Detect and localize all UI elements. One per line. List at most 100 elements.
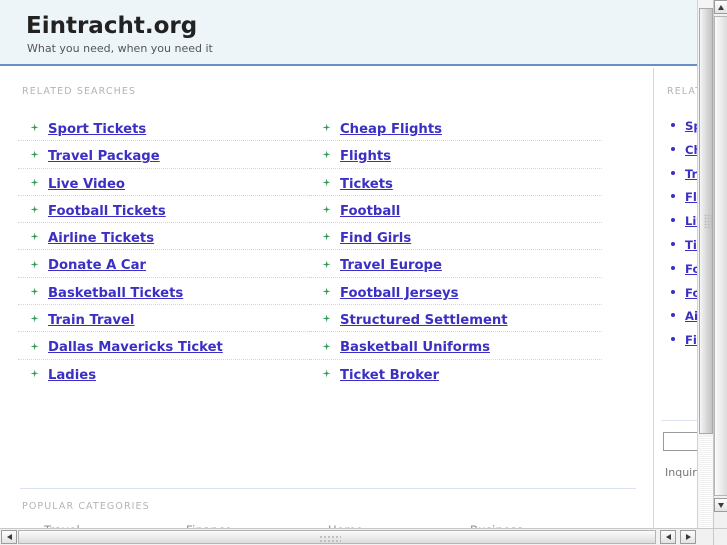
green-arrow-icon [30, 178, 39, 187]
related-search-link[interactable]: Live Video [48, 177, 125, 192]
scroll-down-button[interactable] [714, 498, 727, 512]
green-arrow-icon [322, 369, 331, 378]
related-search-link[interactable]: Travel Package [48, 149, 160, 164]
browser-viewport: Eintracht.org What you need, when you ne… [0, 0, 727, 545]
related-search-item[interactable]: Cheap Flights [310, 114, 602, 142]
window-hscrollbar-thumb[interactable] [18, 530, 656, 544]
green-arrow-icon [322, 342, 331, 351]
related-search-link[interactable]: Cheap Flights [340, 122, 442, 137]
green-arrow-icon [322, 150, 331, 159]
inner-scrollbar-thumb[interactable] [699, 8, 713, 434]
site-tagline: What you need, when you need it [27, 42, 213, 55]
green-arrow-icon [30, 123, 39, 132]
related-search-item[interactable]: Flights [310, 141, 602, 169]
related-search-item[interactable]: Ticket Broker [310, 360, 602, 387]
main-content-column: RELATED SEARCHES Sport Tickets Travel Pac… [0, 68, 654, 528]
related-search-item[interactable]: Sport Tickets [18, 114, 310, 142]
related-searches-list: Sport Tickets Travel Package Live Video Foo… [18, 114, 636, 387]
site-title: Eintracht.org [26, 13, 198, 39]
related-search-link[interactable]: Basketball Tickets [48, 286, 183, 301]
related-search-link[interactable]: Football Tickets [48, 204, 166, 219]
related-search-item[interactable]: Basketball Tickets [18, 278, 310, 306]
related-search-link[interactable]: Basketball Uniforms [340, 340, 490, 355]
section-divider [20, 488, 636, 489]
bullet-icon [671, 265, 675, 270]
page-content: Eintracht.org What you need, when you ne… [0, 0, 713, 528]
related-search-link[interactable]: Train Travel [48, 313, 134, 328]
green-arrow-icon [322, 232, 331, 241]
related-search-item[interactable]: Football Tickets [18, 196, 310, 224]
inner-scrollbar-track[interactable] [699, 436, 713, 528]
related-search-link[interactable]: Football [340, 204, 400, 219]
scroll-right-button[interactable] [680, 530, 696, 544]
related-search-link[interactable]: Football Jerseys [340, 286, 458, 301]
related-search-link[interactable]: Donate A Car [48, 258, 146, 273]
related-search-item[interactable]: Live Video [18, 169, 310, 196]
related-search-link[interactable]: Ladies [48, 368, 96, 383]
related-search-link[interactable]: Dallas Mavericks Ticket [48, 340, 223, 355]
related-search-item[interactable]: Football Jerseys [310, 278, 602, 306]
scroll-right-alt-button[interactable] [660, 530, 676, 544]
window-vertical-scrollbar[interactable] [713, 0, 727, 528]
related-search-item[interactable]: Airline Tickets [18, 223, 310, 251]
related-search-item[interactable]: Basketball Uniforms [310, 332, 602, 360]
green-arrow-icon [30, 342, 39, 351]
green-arrow-icon [322, 178, 331, 187]
bullet-icon [671, 313, 675, 318]
related-search-item[interactable]: Train Travel [18, 305, 310, 333]
popular-categories-heading: POPULAR CATEGORIES [22, 501, 150, 512]
bullet-icon [671, 289, 675, 294]
chevron-down-icon [718, 502, 724, 508]
green-arrow-icon [30, 232, 39, 241]
related-search-item[interactable]: Travel Package [18, 141, 310, 169]
related-search-item[interactable]: Travel Europe [310, 250, 602, 278]
green-arrow-icon [322, 314, 331, 323]
green-arrow-icon [322, 123, 331, 132]
related-search-link[interactable]: Travel Europe [340, 258, 442, 273]
related-searches-left-column: Sport Tickets Travel Package Live Video Foo… [18, 114, 310, 387]
related-search-item[interactable]: Dallas Mavericks Ticket [18, 332, 310, 360]
scrollbar-grip-icon [704, 214, 712, 228]
related-search-link[interactable]: Structured Settlement [340, 313, 508, 328]
chevron-left-icon [6, 534, 12, 540]
green-arrow-icon [30, 150, 39, 159]
bullet-icon [671, 241, 675, 246]
green-arrow-icon [30, 314, 39, 323]
related-search-link[interactable]: Sport Tickets [48, 122, 146, 137]
site-header: Eintracht.org What you need, when you ne… [0, 0, 713, 66]
green-arrow-icon [30, 205, 39, 214]
bullet-icon [671, 337, 675, 342]
scrollbar-corner [713, 528, 727, 545]
scroll-up-button[interactable] [714, 0, 727, 14]
green-arrow-icon [30, 260, 39, 269]
related-search-item[interactable]: Tickets [310, 169, 602, 196]
green-arrow-icon [322, 205, 331, 214]
green-arrow-icon [322, 260, 331, 269]
bullet-icon [671, 123, 675, 127]
green-arrow-icon [322, 287, 331, 296]
bullet-icon [671, 194, 675, 199]
related-search-link[interactable]: Tickets [340, 177, 393, 192]
bullet-icon [671, 146, 675, 151]
related-search-item[interactable]: Structured Settlement [310, 305, 602, 333]
green-arrow-icon [30, 369, 39, 378]
related-search-link[interactable]: Find Girls [340, 231, 411, 246]
related-search-link[interactable]: Airline Tickets [48, 231, 154, 246]
window-vscrollbar-thumb[interactable] [714, 16, 727, 496]
related-searches-heading: RELATED SEARCHES [22, 86, 137, 97]
green-arrow-icon [30, 287, 39, 296]
chevron-left-alt-icon [665, 534, 671, 540]
scroll-left-button[interactable] [1, 530, 17, 544]
related-search-item[interactable]: Ladies [18, 360, 310, 387]
related-search-item[interactable]: Donate A Car [18, 250, 310, 278]
bullet-icon [671, 170, 675, 175]
related-search-link[interactable]: Ticket Broker [340, 368, 439, 383]
related-search-item[interactable]: Football [310, 196, 602, 224]
chevron-right-icon [685, 534, 691, 540]
related-search-item[interactable]: Find Girls [310, 223, 602, 251]
chevron-up-icon [718, 4, 724, 10]
inner-vertical-scrollbar[interactable] [697, 0, 713, 528]
hscrollbar-grip-icon [319, 535, 341, 543]
related-search-link[interactable]: Flights [340, 149, 391, 164]
window-horizontal-scrollbar[interactable] [0, 528, 713, 545]
